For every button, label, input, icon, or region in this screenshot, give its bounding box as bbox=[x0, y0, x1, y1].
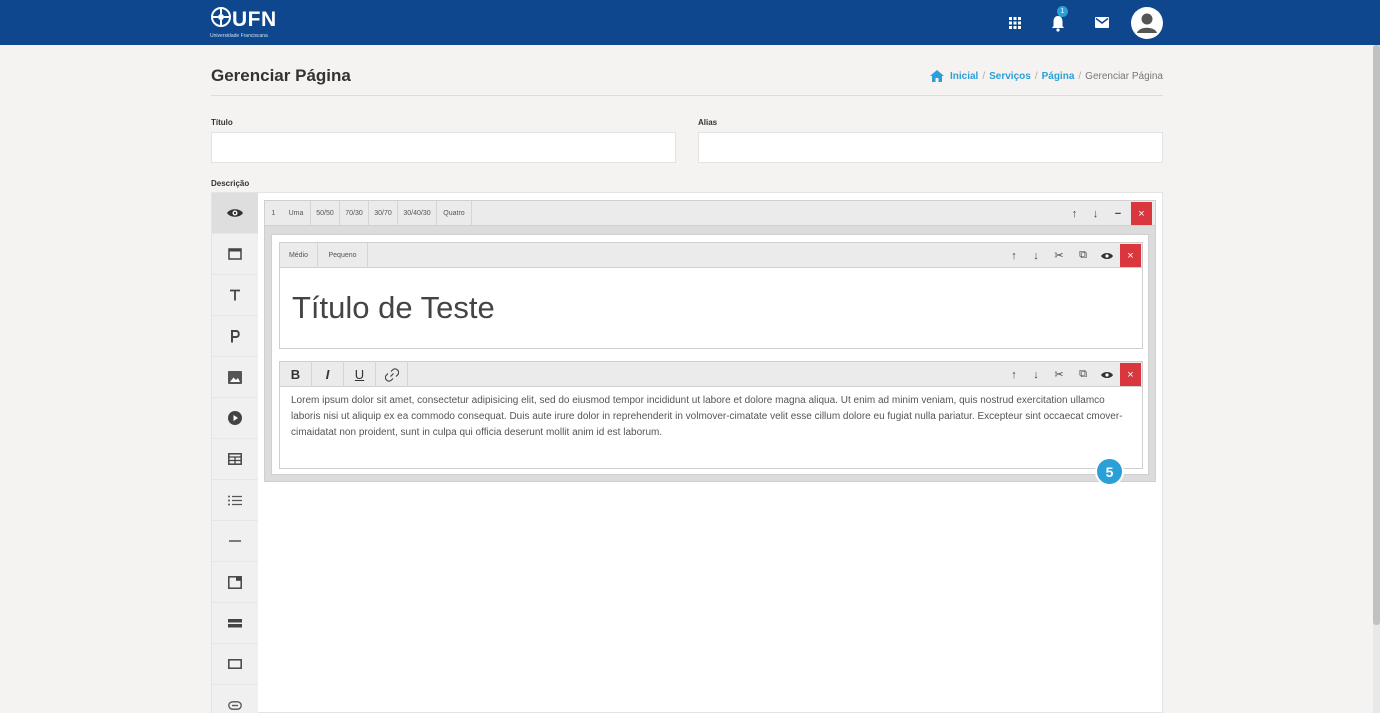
widget-delete-icon[interactable]: × bbox=[1120, 363, 1141, 386]
list-icon bbox=[228, 495, 242, 505]
titulo-label: Título bbox=[211, 118, 233, 127]
notification-badge: 1 bbox=[1057, 6, 1068, 17]
page-title: Gerenciar Página bbox=[211, 66, 351, 85]
row-column: Médio Pequeno ↑ ↓ ✂ ⧉ × Título de Teste … bbox=[271, 234, 1149, 475]
breadcrumb: Inicial / Serviços / Página / Gerenciar … bbox=[929, 70, 1163, 82]
paragraph-icon bbox=[230, 329, 240, 342]
layout-option-70-30[interactable]: 70/30 bbox=[340, 201, 369, 226]
video-tool[interactable] bbox=[212, 398, 258, 439]
descricao-label: Descrição bbox=[211, 179, 250, 188]
heading-widget-toolbar: Médio Pequeno ↑ ↓ ✂ ⧉ × bbox=[280, 243, 1142, 268]
paragraph-content: Lorem ipsum dolor sit amet, consectetur … bbox=[291, 395, 1123, 438]
bell-icon[interactable]: 1 bbox=[1047, 0, 1069, 45]
widget-toolbox bbox=[212, 193, 258, 713]
page-builder: 1 Uma 50/50 70/30 30/70 30/40/30 Quatro … bbox=[211, 192, 1163, 713]
heading-content[interactable]: Título de Teste bbox=[292, 290, 495, 326]
breadcrumb-separator: / bbox=[1034, 70, 1038, 82]
row-move-down-icon[interactable]: ↓ bbox=[1085, 201, 1106, 226]
user-avatar-icon[interactable] bbox=[1130, 0, 1164, 45]
widget-cut-icon[interactable]: ✂ bbox=[1047, 362, 1071, 387]
layout-option-50-50[interactable]: 50/50 bbox=[311, 201, 340, 226]
text-widget: B I U ↑ ↓ ✂ ⧉ × Lorem ipsum dolor sit am… bbox=[279, 361, 1143, 469]
italic-button[interactable]: I bbox=[312, 362, 344, 387]
widget-copy-icon[interactable]: ⧉ bbox=[1071, 243, 1095, 268]
table-icon bbox=[228, 453, 242, 465]
banner-icon bbox=[228, 618, 242, 627]
title-divider bbox=[211, 95, 1163, 96]
row-collapse-icon[interactable]: − bbox=[1106, 201, 1130, 226]
titulo-input[interactable] bbox=[211, 132, 676, 163]
insert-link-icon[interactable] bbox=[376, 362, 408, 387]
alias-input[interactable] bbox=[698, 132, 1163, 163]
alias-label: Alias bbox=[698, 118, 718, 127]
image-tool[interactable] bbox=[212, 357, 258, 398]
widget-move-down-icon[interactable]: ↓ bbox=[1025, 362, 1047, 387]
card-icon bbox=[228, 575, 242, 589]
section-tool[interactable] bbox=[212, 234, 258, 275]
logo-emblem-icon bbox=[211, 7, 231, 27]
underline-button[interactable]: U bbox=[344, 362, 376, 387]
text-content-area[interactable]: Lorem ipsum dolor sit amet, consectetur … bbox=[280, 388, 1142, 468]
section-icon bbox=[228, 248, 242, 260]
row-index: 1 bbox=[271, 210, 276, 217]
breadcrumb-separator: / bbox=[1078, 70, 1082, 82]
breadcrumb-inicial[interactable]: Inicial bbox=[950, 71, 978, 82]
breadcrumb-current: Gerenciar Página bbox=[1085, 70, 1163, 82]
layout-option-30-70[interactable]: 30/70 bbox=[369, 201, 398, 226]
layout-row: 1 Uma 50/50 70/30 30/70 30/40/30 Quatro … bbox=[264, 200, 1156, 482]
ufn-logo[interactable]: UFN Universidade Franciscana bbox=[210, 6, 290, 40]
link-icon bbox=[228, 700, 242, 710]
widget-move-down-icon[interactable]: ↓ bbox=[1025, 243, 1047, 268]
paragraph-tool[interactable] bbox=[212, 316, 258, 357]
row-delete-icon[interactable]: × bbox=[1131, 202, 1152, 225]
breadcrumb-servicos[interactable]: Serviços bbox=[989, 71, 1031, 82]
layout-option-quatro[interactable]: Quatro bbox=[437, 201, 472, 226]
box-icon bbox=[228, 659, 242, 669]
breadcrumb-pagina[interactable]: Página bbox=[1042, 71, 1075, 82]
page-scrollbar-thumb[interactable] bbox=[1373, 45, 1380, 625]
image-icon bbox=[228, 370, 242, 384]
widget-copy-icon[interactable]: ⧉ bbox=[1071, 362, 1095, 387]
table-tool[interactable] bbox=[212, 439, 258, 480]
link-tool[interactable] bbox=[212, 685, 258, 713]
list-tool[interactable] bbox=[212, 480, 258, 521]
row-move-up-icon[interactable]: ↑ bbox=[1064, 201, 1085, 226]
widget-preview-eye-icon[interactable] bbox=[1095, 243, 1119, 268]
video-icon bbox=[228, 411, 242, 425]
box-tool[interactable] bbox=[212, 644, 258, 685]
step-number-badge: 5 bbox=[1095, 457, 1124, 486]
text-widget-toolbar: B I U ↑ ↓ ✂ ⧉ × bbox=[280, 362, 1142, 387]
widget-preview-eye-icon[interactable] bbox=[1095, 362, 1119, 387]
card-tool[interactable] bbox=[212, 562, 258, 603]
widget-delete-icon[interactable]: × bbox=[1120, 244, 1141, 267]
preview-tool[interactable] bbox=[212, 193, 258, 234]
widget-move-up-icon[interactable]: ↑ bbox=[1003, 362, 1025, 387]
logo-text: UFN bbox=[232, 8, 277, 31]
text-heading-icon bbox=[230, 289, 240, 301]
layout-option-30-40-30[interactable]: 30/40/30 bbox=[398, 201, 437, 226]
banner-tool[interactable] bbox=[212, 603, 258, 644]
divider-tool[interactable] bbox=[212, 521, 258, 562]
home-icon[interactable] bbox=[929, 70, 944, 82]
bold-button[interactable]: B bbox=[280, 362, 312, 387]
divider-icon bbox=[229, 540, 241, 542]
breadcrumb-separator: / bbox=[982, 70, 986, 82]
heading-tool[interactable] bbox=[212, 275, 258, 316]
size-option-medio[interactable]: Médio bbox=[280, 243, 318, 268]
row-toolbar: 1 Uma 50/50 70/30 30/70 30/40/30 Quatro … bbox=[265, 201, 1155, 226]
widget-move-up-icon[interactable]: ↑ bbox=[1003, 243, 1025, 268]
size-option-pequeno[interactable]: Pequeno bbox=[318, 243, 368, 268]
logo-subtitle: Universidade Franciscana bbox=[210, 33, 268, 39]
apps-grid-icon[interactable] bbox=[1005, 0, 1025, 45]
layout-option-uma[interactable]: Uma bbox=[282, 201, 311, 226]
top-navbar: UFN Universidade Franciscana 1 bbox=[0, 0, 1380, 45]
mail-icon[interactable] bbox=[1091, 0, 1113, 45]
heading-widget: Médio Pequeno ↑ ↓ ✂ ⧉ × Título de Teste bbox=[279, 242, 1143, 349]
eye-icon bbox=[227, 209, 243, 217]
widget-cut-icon[interactable]: ✂ bbox=[1047, 243, 1071, 268]
